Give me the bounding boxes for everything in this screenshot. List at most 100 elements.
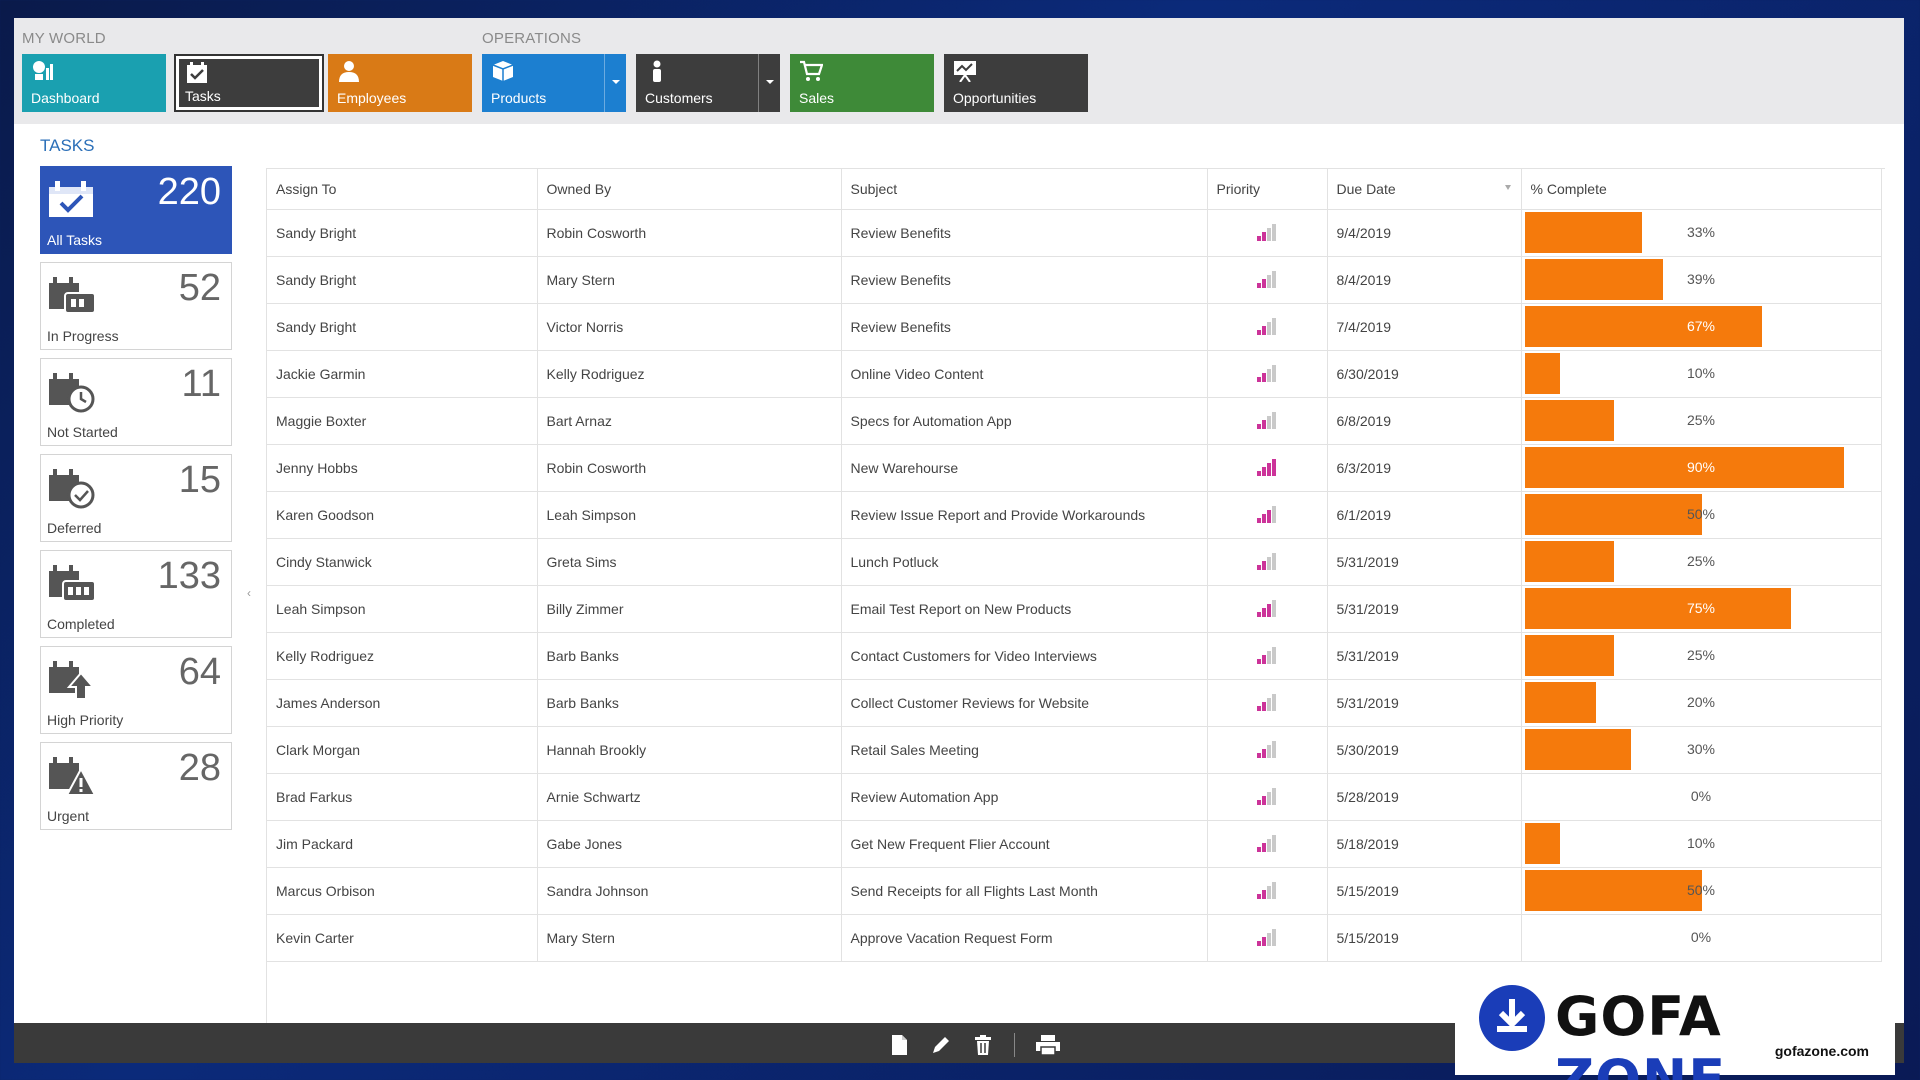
cell-priority <box>1207 350 1328 398</box>
table-row[interactable]: Sandy Bright Mary Stern Review Benefits 8/4… <box>267 256 1882 304</box>
table-row[interactable]: Maggie Boxter Bart Arnaz Specs for Automat… <box>267 397 1882 445</box>
progress-label: 0% <box>1690 928 1712 945</box>
watermark-brand-left: GOFA <box>1555 985 1722 1048</box>
tile-tasks[interactable]: Tasks <box>174 54 324 112</box>
priority-bars-icon <box>1257 694 1277 712</box>
priority-bars-icon <box>1257 741 1277 759</box>
cell-priority <box>1207 303 1328 351</box>
cell-owned-by: Kelly Rodriguez <box>537 350 842 398</box>
table-row[interactable]: Kevin Carter Mary Stern Approve Vacation R… <box>267 914 1882 962</box>
column-header-priority[interactable]: Priority <box>1207 169 1328 210</box>
table-body: Sandy Bright Robin Cosworth Review Benefit… <box>267 209 1882 962</box>
stat-count: 28 <box>178 747 221 789</box>
stat-completed[interactable]: 133 Completed <box>40 550 232 638</box>
column-header-percent-complete[interactable]: % Complete <box>1521 169 1882 210</box>
cell-owned-by: Leah Simpson <box>537 491 842 539</box>
cell-due-date: 5/31/2019 <box>1327 585 1522 633</box>
cell-percent-complete: 50% <box>1521 867 1882 915</box>
stat-count: 52 <box>178 267 221 309</box>
stat-high-priority[interactable]: 64 High Priority <box>40 646 232 734</box>
stat-label: Completed <box>47 616 115 632</box>
stat-count: 11 <box>181 363 221 405</box>
priority-bars-icon <box>1257 506 1277 524</box>
column-header-due-date[interactable]: Due Date <box>1327 169 1522 210</box>
cell-due-date: 8/4/2019 <box>1327 256 1522 304</box>
tile-opportunities[interactable]: Opportunities <box>944 54 1088 112</box>
priority-bars-icon <box>1257 365 1277 383</box>
cell-due-date: 5/30/2019 <box>1327 726 1522 774</box>
table-row[interactable]: Kelly Rodriguez Barb Banks Contact Custome… <box>267 632 1882 680</box>
table-row[interactable]: Clark Morgan Hannah Brookly Retail Sales M… <box>267 726 1882 774</box>
stat-urgent[interactable]: 28 Urgent <box>40 742 232 830</box>
tile-products[interactable]: Products <box>482 54 626 112</box>
cell-priority <box>1207 491 1328 539</box>
column-header-assign-to[interactable]: Assign To <box>267 169 538 210</box>
stat-in-progress[interactable]: 52 In Progress <box>40 262 232 350</box>
table-row[interactable]: Marcus Orbison Sandra Johnson Send Receipt… <box>267 867 1882 915</box>
table-row[interactable]: Karen Goodson Leah Simpson Review Issue Re… <box>267 491 1882 539</box>
cell-percent-complete: 20% <box>1521 679 1882 727</box>
progress-label: 25% <box>1686 411 1716 428</box>
stat-not-started[interactable]: 11 Not Started <box>40 358 232 446</box>
cell-percent-complete: 10% <box>1521 820 1882 868</box>
cell-due-date: 5/31/2019 <box>1327 538 1522 586</box>
cell-subject: Review Issue Report and Provide Workarou… <box>841 491 1208 539</box>
cell-owned-by: Gabe Jones <box>537 820 842 868</box>
cell-percent-complete: 10% <box>1521 350 1882 398</box>
cell-owned-by: Robin Cosworth <box>537 444 842 492</box>
cell-owned-by: Sandra Johnson <box>537 867 842 915</box>
employee-person-icon <box>339 61 359 82</box>
chevron-down-icon <box>766 80 774 84</box>
table-row[interactable]: Jim Packard Gabe Jones Get New Frequent Fl… <box>267 820 1882 868</box>
column-header-due-date-label: Due Date <box>1336 180 1396 197</box>
collapse-sidebar-icon[interactable]: ‹ <box>247 586 251 600</box>
edit-pencil-icon[interactable] <box>930 1034 952 1056</box>
shopping-cart-icon <box>800 60 823 81</box>
table-row[interactable]: Sandy Bright Robin Cosworth Review Benefit… <box>267 209 1882 257</box>
cell-percent-complete: 0% <box>1521 773 1882 821</box>
column-header-subject[interactable]: Subject <box>841 169 1208 210</box>
stat-count: 15 <box>178 459 221 501</box>
cell-priority <box>1207 444 1328 492</box>
cell-assign-to: Brad Farkus <box>267 773 538 821</box>
cell-subject: Collect Customer Reviews for Website <box>841 679 1208 727</box>
new-document-icon[interactable] <box>888 1034 910 1056</box>
progress-label: 10% <box>1686 834 1716 851</box>
stat-count: 64 <box>178 651 221 693</box>
table-row[interactable]: Brad Farkus Arnie Schwartz Review Automati… <box>267 773 1882 821</box>
cell-assign-to: Cindy Stanwick <box>267 538 538 586</box>
calendar-completed-icon <box>49 565 96 602</box>
group-label-my-world: MY WORLD <box>22 30 106 47</box>
calendar-up-arrow-icon <box>49 661 96 700</box>
cell-owned-by: Bart Arnaz <box>537 397 842 445</box>
tile-customers[interactable]: Customers <box>636 54 780 112</box>
table-row[interactable]: James Anderson Barb Banks Collect Customer… <box>267 679 1882 727</box>
stat-label: Urgent <box>47 808 90 824</box>
table-row[interactable]: Jackie Garmin Kelly Rodriguez Online Video… <box>267 350 1882 398</box>
table-row[interactable]: Leah Simpson Billy Zimmer Email Test Repor… <box>267 585 1882 633</box>
stat-deferred[interactable]: 15 Deferred <box>40 454 232 542</box>
tile-employees[interactable]: Employees <box>328 54 472 112</box>
priority-bars-icon <box>1257 553 1277 571</box>
table-row[interactable]: Jenny Hobbs Robin Cosworth New Warehourse 6… <box>267 444 1882 492</box>
stat-all-tasks[interactable]: 220 All Tasks <box>40 166 232 254</box>
products-dropdown-toggle[interactable] <box>604 54 626 112</box>
cell-due-date: 6/1/2019 <box>1327 491 1522 539</box>
tile-dashboard[interactable]: Dashboard <box>22 54 166 112</box>
stat-label: Not Started <box>47 424 118 440</box>
tile-sales[interactable]: Sales <box>790 54 934 112</box>
watermark-brand-right: ZONE <box>1555 1048 1727 1080</box>
column-header-owned-by[interactable]: Owned By <box>537 169 842 210</box>
table-row[interactable]: Cindy Stanwick Greta Sims Lunch Potluck 5/3… <box>267 538 1882 586</box>
cell-subject: Review Automation App <box>841 773 1208 821</box>
calendar-check-icon <box>49 181 93 217</box>
cell-assign-to: Kelly Rodriguez <box>267 632 538 680</box>
print-icon[interactable] <box>1034 1034 1062 1056</box>
cell-owned-by: Hannah Brookly <box>537 726 842 774</box>
tasks-heading: TASKS <box>40 136 95 155</box>
customers-dropdown-toggle[interactable] <box>758 54 780 112</box>
table-row[interactable]: Sandy Bright Victor Norris Review Benefits… <box>267 303 1882 351</box>
tile-dashboard-label: Dashboard <box>31 90 100 106</box>
tasks-calendar-icon <box>187 62 207 83</box>
delete-trash-icon[interactable] <box>972 1034 994 1056</box>
